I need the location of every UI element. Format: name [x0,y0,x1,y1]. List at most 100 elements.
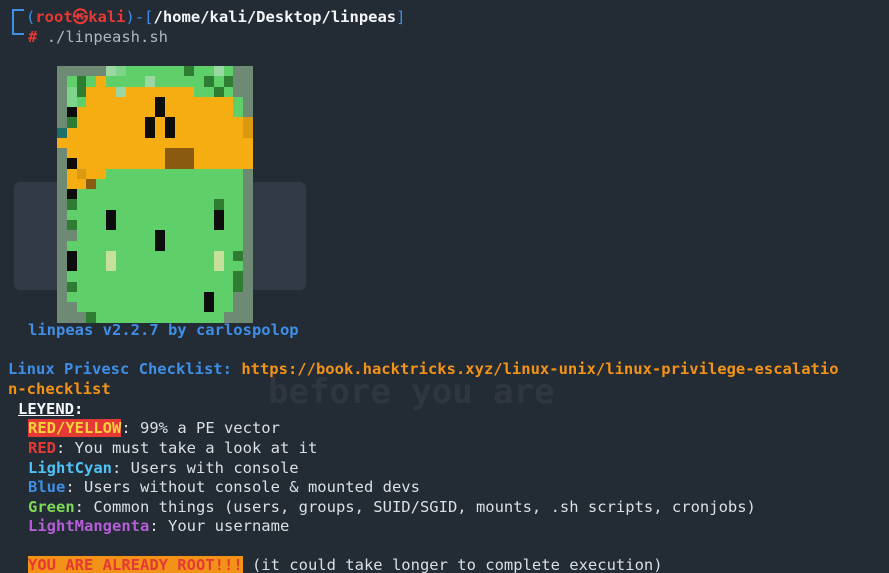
logo-pixel [135,117,146,128]
legend-key-light-cyan: LightCyan [28,459,112,477]
logo-pixel [243,168,253,179]
logo-pixel [203,158,214,169]
logo-pixel [125,209,136,220]
logo-pixel [145,96,155,108]
logo-pixel [213,117,224,128]
logo-pixel [145,209,155,220]
logo-pixel [213,199,224,210]
logo-pixel [184,240,195,251]
logo-pixel [233,127,244,138]
logo-pixel [115,137,126,149]
logo-pixel [203,209,214,220]
logo-pixel [184,230,195,241]
logo-pixel [203,281,214,292]
logo-pixel [184,86,195,97]
logo-pixel [243,178,253,190]
logo-pixel [164,66,175,77]
logo-pixel [135,209,146,220]
logo-pixel [243,199,253,210]
logo-pixel [154,148,165,159]
logo-pixel [243,189,253,200]
logo-pixel [135,76,146,87]
logo-pixel [57,148,67,159]
logo-pixel [184,66,195,77]
logo-pixel [243,281,253,292]
checklist-url[interactable]: https://book.hacktricks.xyz/linux-unix/l… [241,360,838,378]
logo-pixel [125,107,136,118]
logo-pixel [174,96,185,108]
logo-pixel [135,148,146,159]
logo-pixel [233,66,244,77]
logo-pixel [96,168,106,179]
logo-pixel [76,66,87,77]
logo-pixel [223,178,234,190]
logo-pixel [145,168,155,179]
logo-pixel [105,76,116,87]
logo-pixel [243,76,253,87]
logo-pixel [125,230,136,241]
logo-pixel [194,76,204,87]
legend-item: LightCyan: Users with console [28,458,299,478]
logo-pixel [233,302,244,313]
logo-pixel [135,219,146,231]
logo-pixel [86,302,97,313]
logo-pixel [203,127,214,138]
legend-desc: : Your username [149,517,290,535]
logo-pixel [154,271,165,282]
logo-pixel [57,240,67,251]
logo-pixel [194,66,204,77]
logo-pixel [76,240,87,251]
logo-pixel [66,127,77,138]
logo-pixel [76,230,87,241]
logo-pixel [213,96,224,108]
logo-pixel [57,158,67,169]
logo-pixel [184,148,195,159]
logo-pixel [164,291,175,303]
terminal-window[interactable]: before you are (root㉿kali)-[/home/kali/D… [0,0,889,573]
logo-pixel [233,199,244,210]
logo-pixel [145,158,155,169]
logo-pixel [223,219,234,231]
logo-pixel [213,302,224,313]
logo-pixel [243,158,253,169]
logo-pixel [194,158,204,169]
logo-pixel [145,148,155,159]
logo-pixel [105,302,116,313]
logo-pixel [96,230,106,241]
logo-pixel [57,137,67,149]
legend-title: LEYEND [18,400,74,418]
logo-pixel [194,261,204,272]
logo-pixel [174,250,185,262]
logo-pixel [233,96,244,108]
logo-pixel [154,219,165,231]
logo-pixel [86,281,97,292]
logo-pixel [66,219,77,231]
logo-pixel [203,168,214,179]
logo-pixel [233,281,244,292]
prompt-separator: )-[ [125,8,154,26]
logo-pixel [76,168,87,179]
checklist-url-continued[interactable]: n-checklist [8,380,111,398]
logo-pixel [76,281,87,292]
logo-pixel [76,137,87,149]
logo-pixel [184,271,195,282]
logo-pixel [233,209,244,220]
logo-pixel [76,76,87,87]
logo-pixel [86,271,97,282]
logo-pixel [154,96,165,108]
logo-pixel [145,127,155,138]
logo-pixel [115,158,126,169]
logo-pixel [203,148,214,159]
logo-pixel [125,250,136,262]
logo-pixel [194,281,204,292]
command-line[interactable]: # ./linpeash.sh [28,27,168,47]
logo-pixel [115,250,126,262]
logo-pixel [135,199,146,210]
logo-pixel [105,271,116,282]
logo-pixel [76,302,87,313]
logo-pixel [115,219,126,231]
logo-pixel [164,230,175,241]
logo-pixel [194,189,204,200]
checklist-line-wrap: n-checklist [8,379,111,399]
logo-pixel [164,261,175,272]
